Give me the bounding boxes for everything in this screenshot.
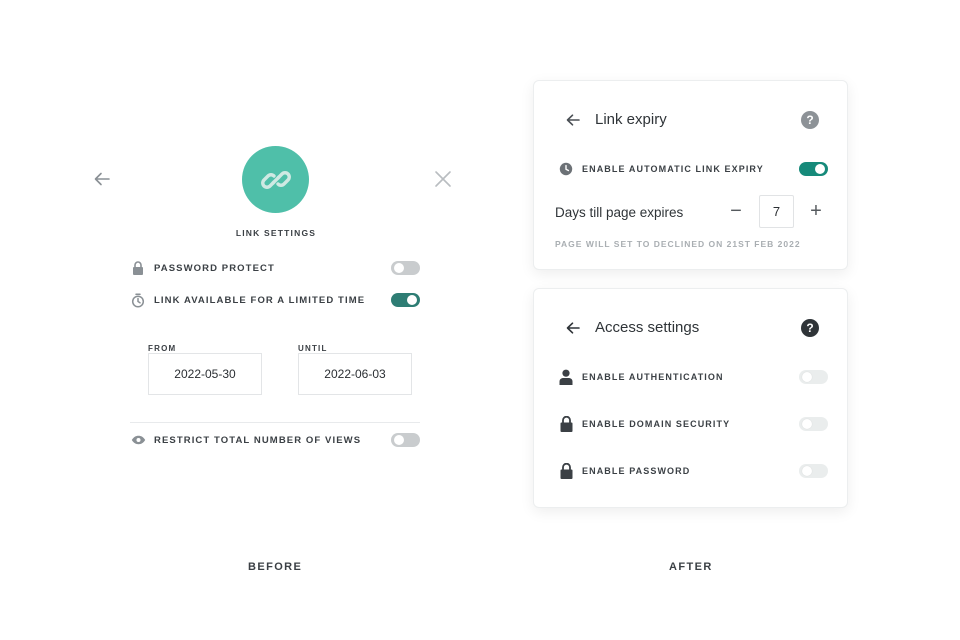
lock-icon bbox=[558, 416, 574, 432]
divider bbox=[130, 422, 420, 423]
back-button[interactable] bbox=[92, 170, 112, 188]
limited-time-label: LINK AVAILABLE FOR A LIMITED TIME bbox=[154, 294, 366, 306]
days-label: Days till page expires bbox=[555, 205, 684, 220]
lock-icon bbox=[130, 260, 146, 276]
expiry-note: PAGE WILL SET TO DECLINED ON 21ST FEB 20… bbox=[555, 239, 801, 249]
arrow-left-icon bbox=[566, 114, 580, 126]
help-icon[interactable]: ? bbox=[801, 319, 819, 337]
auto-expiry-toggle[interactable] bbox=[799, 162, 828, 176]
link-logo bbox=[242, 146, 309, 213]
link-expiry-card: Link expiry ? ENABLE AUTOMATIC LINK EXPI… bbox=[533, 80, 848, 270]
until-label: UNTIL bbox=[298, 344, 328, 353]
restrict-views-toggle[interactable] bbox=[391, 433, 420, 447]
limited-time-toggle[interactable] bbox=[391, 293, 420, 307]
close-button[interactable] bbox=[432, 168, 454, 190]
password-protect-row: PASSWORD PROTECT bbox=[130, 258, 275, 278]
before-caption: BEFORE bbox=[248, 561, 303, 573]
access-settings-card: Access settings ? ENABLE AUTHENTICATION … bbox=[533, 288, 848, 508]
auto-expiry-row: ENABLE AUTOMATIC LINK EXPIRY bbox=[558, 159, 764, 179]
limited-time-row: LINK AVAILABLE FOR A LIMITED TIME bbox=[130, 290, 365, 310]
link-expiry-title: Link expiry bbox=[595, 111, 667, 128]
increment-button[interactable]: + bbox=[807, 201, 825, 221]
after-caption: AFTER bbox=[669, 561, 713, 573]
lock-icon bbox=[558, 463, 574, 479]
authentication-row: ENABLE AUTHENTICATION bbox=[558, 367, 724, 387]
stopwatch-icon bbox=[130, 292, 146, 308]
password-label: ENABLE PASSWORD bbox=[582, 466, 691, 476]
password-protect-label: PASSWORD PROTECT bbox=[154, 262, 275, 274]
restrict-views-label: RESTRICT TOTAL NUMBER OF VIEWS bbox=[154, 434, 362, 446]
link-expiry-back-button[interactable] bbox=[564, 111, 582, 129]
arrow-left-icon bbox=[94, 172, 110, 186]
days-input[interactable]: 7 bbox=[759, 195, 794, 228]
from-date-input[interactable]: 2022-05-30 bbox=[148, 353, 262, 395]
domain-security-row: ENABLE DOMAIN SECURITY bbox=[558, 414, 730, 434]
restrict-views-row: RESTRICT TOTAL NUMBER OF VIEWS bbox=[130, 430, 361, 450]
eye-icon bbox=[130, 432, 146, 448]
domain-security-toggle[interactable] bbox=[799, 417, 828, 431]
access-settings-title: Access settings bbox=[595, 319, 700, 336]
password-row: ENABLE PASSWORD bbox=[558, 461, 690, 481]
domain-security-label: ENABLE DOMAIN SECURITY bbox=[582, 419, 731, 429]
user-icon bbox=[558, 369, 574, 385]
decrement-button[interactable]: − bbox=[727, 201, 745, 221]
arrow-left-icon bbox=[566, 322, 580, 334]
close-icon bbox=[435, 171, 451, 187]
authentication-toggle[interactable] bbox=[799, 370, 828, 384]
access-settings-back-button[interactable] bbox=[564, 319, 582, 337]
link-chain-icon bbox=[260, 170, 291, 189]
from-label: FROM bbox=[148, 344, 177, 353]
until-date-input[interactable]: 2022-06-03 bbox=[298, 353, 412, 395]
password-protect-toggle[interactable] bbox=[391, 261, 420, 275]
clock-icon bbox=[558, 161, 574, 177]
help-icon[interactable]: ? bbox=[801, 111, 819, 129]
page-title: LINK SETTINGS bbox=[235, 228, 317, 238]
auto-expiry-label: ENABLE AUTOMATIC LINK EXPIRY bbox=[582, 164, 764, 174]
authentication-label: ENABLE AUTHENTICATION bbox=[582, 372, 724, 382]
password-toggle[interactable] bbox=[799, 464, 828, 478]
